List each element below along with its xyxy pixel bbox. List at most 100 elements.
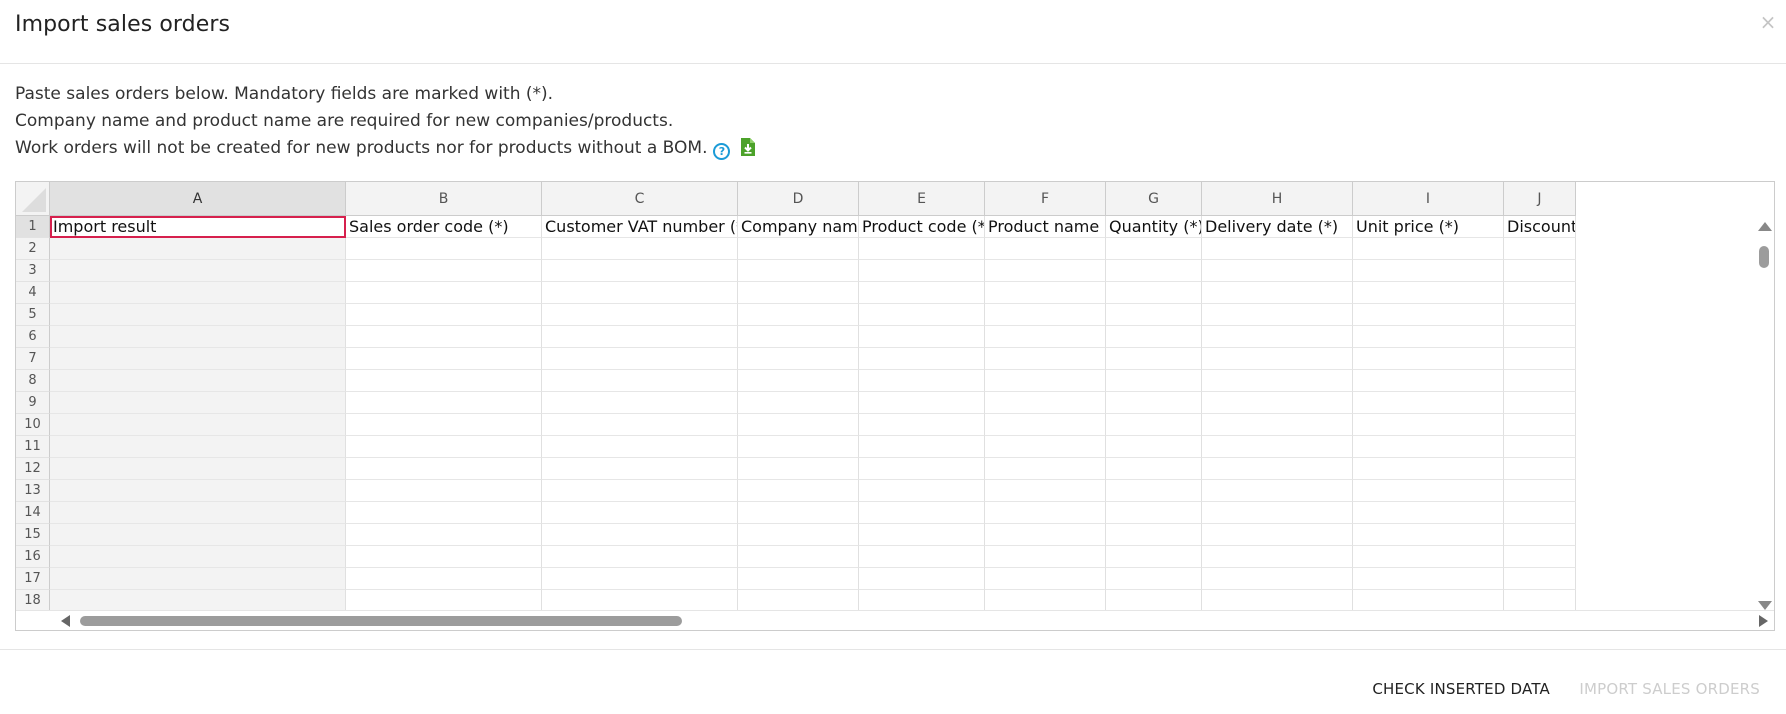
check-inserted-data-button[interactable]: CHECK INSERTED DATA xyxy=(1372,680,1550,698)
grid-cell[interactable] xyxy=(859,436,985,458)
grid-cell[interactable] xyxy=(346,304,542,326)
grid-cell[interactable] xyxy=(542,304,738,326)
grid-cell[interactable] xyxy=(1353,370,1504,392)
grid-cell[interactable] xyxy=(738,370,859,392)
grid-cell[interactable] xyxy=(1202,348,1353,370)
column-header-a[interactable]: A xyxy=(50,182,346,216)
column-header-d[interactable]: D xyxy=(738,182,859,216)
grid-cell[interactable] xyxy=(1106,326,1202,348)
grid-cell[interactable] xyxy=(985,414,1106,436)
grid-cell[interactable] xyxy=(738,414,859,436)
grid-cell[interactable] xyxy=(1504,260,1576,282)
grid-cell[interactable] xyxy=(1106,282,1202,304)
grid-cell[interactable] xyxy=(542,392,738,414)
grid-cell[interactable] xyxy=(738,260,859,282)
row-header[interactable]: 13 xyxy=(16,480,50,502)
grid-cell[interactable] xyxy=(859,370,985,392)
grid-cell[interactable] xyxy=(985,480,1106,502)
grid-cell[interactable] xyxy=(738,568,859,590)
grid-cell[interactable] xyxy=(859,260,985,282)
grid-cell[interactable] xyxy=(1504,524,1576,546)
grid-cell[interactable] xyxy=(50,436,346,458)
grid-cell[interactable] xyxy=(1353,524,1504,546)
grid-cell[interactable] xyxy=(859,458,985,480)
grid-cell[interactable] xyxy=(50,392,346,414)
column-header-j[interactable]: J xyxy=(1504,182,1576,216)
grid-cell[interactable] xyxy=(542,568,738,590)
grid-cell[interactable] xyxy=(985,590,1106,612)
grid-cell[interactable] xyxy=(1202,568,1353,590)
grid-cell[interactable] xyxy=(1202,546,1353,568)
row-header[interactable]: 16 xyxy=(16,546,50,568)
grid-cell[interactable] xyxy=(1202,414,1353,436)
grid-cell[interactable] xyxy=(1202,590,1353,612)
grid-cell[interactable] xyxy=(50,480,346,502)
grid-cell[interactable]: Quantity (*) xyxy=(1106,216,1202,238)
grid-cell[interactable] xyxy=(1106,546,1202,568)
grid-cell[interactable] xyxy=(542,524,738,546)
grid-cell[interactable] xyxy=(1106,348,1202,370)
column-header-i[interactable]: I xyxy=(1353,182,1504,216)
column-header-g[interactable]: G xyxy=(1106,182,1202,216)
scroll-left-arrow-icon[interactable] xyxy=(61,615,70,627)
grid-cell[interactable] xyxy=(542,282,738,304)
question-circle-icon[interactable]: ? xyxy=(713,143,731,160)
grid-cell[interactable] xyxy=(542,502,738,524)
grid-cell[interactable] xyxy=(50,370,346,392)
grid-cell[interactable] xyxy=(346,414,542,436)
grid-cell[interactable] xyxy=(1202,458,1353,480)
grid-cell[interactable]: Import result xyxy=(50,216,346,238)
grid-cell[interactable] xyxy=(1353,502,1504,524)
grid-cell[interactable] xyxy=(50,304,346,326)
grid-cell[interactable] xyxy=(50,414,346,436)
grid-cell[interactable] xyxy=(1504,238,1576,260)
row-header[interactable]: 10 xyxy=(16,414,50,436)
column-header-c[interactable]: C xyxy=(542,182,738,216)
grid-cell[interactable] xyxy=(1106,568,1202,590)
grid-cell[interactable] xyxy=(1106,260,1202,282)
grid-cell[interactable] xyxy=(1353,282,1504,304)
row-header[interactable]: 15 xyxy=(16,524,50,546)
grid-cell[interactable] xyxy=(985,370,1106,392)
grid-cell[interactable] xyxy=(1353,590,1504,612)
row-header[interactable]: 14 xyxy=(16,502,50,524)
grid-cell[interactable] xyxy=(1504,326,1576,348)
grid-cell[interactable] xyxy=(859,282,985,304)
grid-cell[interactable] xyxy=(50,260,346,282)
grid-cell[interactable] xyxy=(542,480,738,502)
grid-cell[interactable] xyxy=(1106,458,1202,480)
grid-cell[interactable] xyxy=(985,348,1106,370)
grid-cell[interactable] xyxy=(985,238,1106,260)
grid-cell[interactable] xyxy=(542,326,738,348)
grid-cell[interactable] xyxy=(346,568,542,590)
grid-cell[interactable] xyxy=(985,260,1106,282)
grid-cell[interactable] xyxy=(1353,238,1504,260)
row-header[interactable]: 18 xyxy=(16,590,50,612)
grid-cell[interactable] xyxy=(859,524,985,546)
grid-cell[interactable] xyxy=(738,546,859,568)
grid-cell[interactable] xyxy=(1353,326,1504,348)
row-header[interactable]: 7 xyxy=(16,348,50,370)
grid-cell[interactable] xyxy=(542,370,738,392)
grid-cell[interactable] xyxy=(1202,392,1353,414)
grid-cell[interactable] xyxy=(985,524,1106,546)
grid-cell[interactable] xyxy=(1353,568,1504,590)
grid-cell[interactable] xyxy=(1202,282,1353,304)
grid-cell[interactable] xyxy=(1504,480,1576,502)
grid-cell[interactable] xyxy=(346,326,542,348)
grid-cell[interactable] xyxy=(985,546,1106,568)
scroll-up-arrow-icon[interactable] xyxy=(1758,222,1772,231)
grid-cell[interactable] xyxy=(346,436,542,458)
column-header-e[interactable]: E xyxy=(859,182,985,216)
grid-cell[interactable] xyxy=(985,392,1106,414)
grid-cell[interactable] xyxy=(50,546,346,568)
grid-cell[interactable] xyxy=(985,282,1106,304)
grid-cell[interactable] xyxy=(738,348,859,370)
grid-cell[interactable] xyxy=(859,238,985,260)
grid-cell[interactable] xyxy=(985,568,1106,590)
grid-cell[interactable] xyxy=(859,326,985,348)
grid-cell[interactable] xyxy=(1353,392,1504,414)
row-header[interactable]: 11 xyxy=(16,436,50,458)
grid-cell[interactable] xyxy=(1106,370,1202,392)
import-sales-orders-button[interactable]: IMPORT SALES ORDERS xyxy=(1579,680,1760,698)
